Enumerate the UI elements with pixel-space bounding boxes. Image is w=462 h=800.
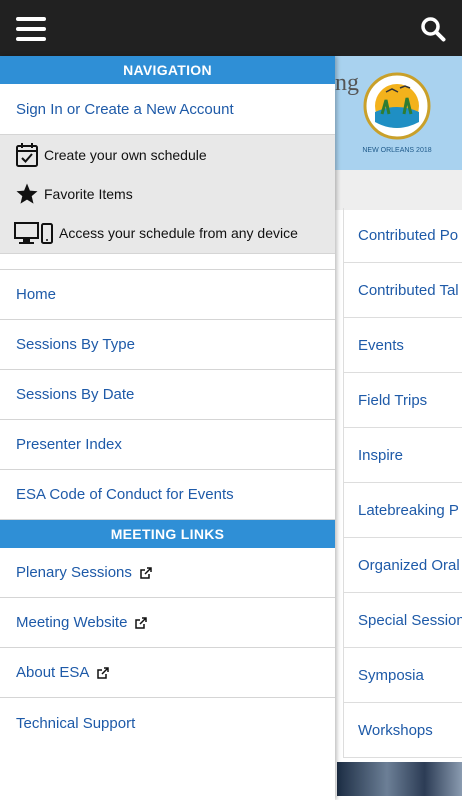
background-list-item[interactable]: Events — [343, 318, 462, 373]
background-list-item[interactable]: Inspire — [343, 428, 462, 483]
background-list-item[interactable]: Contributed Tal — [343, 263, 462, 318]
external-link-icon — [135, 616, 148, 629]
feature-label: Create your own schedule — [44, 146, 207, 163]
sign-in-link[interactable]: Sign In or Create a New Account — [0, 84, 335, 135]
background-title-fragment: ng — [335, 70, 359, 96]
link-label: Plenary Sessions — [16, 564, 132, 581]
feature-any-device: Access your schedule from any device — [0, 213, 335, 252]
background-footer-image — [337, 762, 462, 796]
background-list-item[interactable]: Special Session — [343, 593, 462, 648]
meeting-link-about-esa[interactable]: About ESA — [0, 648, 335, 698]
external-link-icon — [97, 666, 110, 679]
feature-label: Favorite Items — [44, 185, 133, 202]
background-list-item[interactable]: Latebreaking P — [343, 483, 462, 538]
feature-favorite-items: Favorite Items — [0, 174, 335, 213]
nav-item-sessions-by-type[interactable]: Sessions By Type — [0, 320, 335, 370]
background-list-item[interactable]: Organized Oral — [343, 538, 462, 593]
devices-icon — [14, 220, 54, 246]
meeting-link-technical-support[interactable]: Technical Support — [0, 698, 335, 748]
section-divider — [0, 254, 335, 270]
background-session-type-list: Contributed Po Contributed Tal Events Fi… — [343, 208, 462, 758]
background-list-item[interactable]: Symposia — [343, 648, 462, 703]
esa-logo: NEW ORLEANS 2018 — [362, 72, 432, 154]
top-app-bar — [0, 0, 462, 56]
meeting-links-section-header: MEETING LINKS — [0, 520, 335, 548]
meeting-link-meeting-website[interactable]: Meeting Website — [0, 598, 335, 648]
calendar-check-icon — [14, 142, 40, 168]
features-panel: Create your own schedule Favorite Items — [0, 135, 335, 254]
nav-item-home[interactable]: Home — [0, 270, 335, 320]
link-label: Meeting Website — [16, 614, 128, 631]
meeting-link-plenary-sessions[interactable]: Plenary Sessions — [0, 548, 335, 598]
background-gray-strip — [335, 170, 462, 210]
search-icon[interactable] — [420, 16, 446, 42]
logo-caption: NEW ORLEANS 2018 — [362, 147, 431, 154]
background-list-item[interactable]: Contributed Po — [343, 208, 462, 263]
star-icon — [14, 181, 40, 207]
background-list-item[interactable]: Field Trips — [343, 373, 462, 428]
link-label: Technical Support — [16, 714, 136, 732]
nav-item-presenter-index[interactable]: Presenter Index — [0, 420, 335, 470]
navigation-drawer: NAVIGATION Sign In or Create a New Accou… — [0, 56, 335, 800]
feature-create-schedule: Create your own schedule — [0, 135, 335, 174]
navigation-section-header: NAVIGATION — [0, 56, 335, 84]
nav-item-code-of-conduct[interactable]: ESA Code of Conduct for Events — [0, 470, 335, 520]
background-list-item[interactable]: Workshops — [343, 703, 462, 758]
external-link-icon — [140, 566, 152, 579]
feature-label: Access your schedule from any device — [59, 224, 298, 241]
link-label: About ESA — [16, 664, 90, 681]
nav-item-sessions-by-date[interactable]: Sessions By Date — [0, 370, 335, 420]
hamburger-icon[interactable] — [16, 17, 46, 41]
